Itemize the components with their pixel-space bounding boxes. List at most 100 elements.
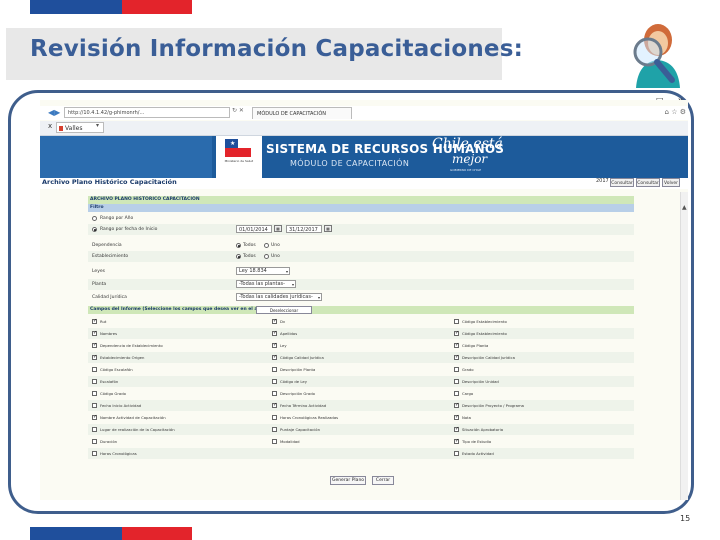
field-checkbox-label: Rut — [100, 319, 107, 324]
planta-row: Planta -Todas las plantas- ▾ — [88, 279, 634, 290]
radio-establecimiento-uno[interactable] — [264, 254, 269, 259]
back-button[interactable]: Volver — [662, 178, 680, 187]
field-checkbox-label: Código Establecimiento — [462, 331, 507, 336]
flag-stripe-blue-bottom — [30, 527, 122, 540]
field-checkbox[interactable] — [272, 367, 277, 372]
field-checkbox[interactable] — [272, 439, 277, 444]
calendar-icon[interactable]: ▦ — [324, 225, 332, 232]
checkbox-row: Código Escalafón Descripción Planta Grado — [88, 364, 634, 375]
radio-dependencia-todos[interactable] — [236, 243, 241, 248]
field-checkbox-label: Apellidos — [280, 331, 298, 336]
page-title: Archivo Plano Histórico Capacitación — [42, 178, 177, 186]
radio-range-date-label: Rango por fecha de Inicio — [100, 227, 158, 232]
field-checkbox-label: Escalafón — [100, 379, 119, 384]
search-user-icon — [633, 24, 680, 88]
toolbar-icons[interactable]: ⌂ ☆ ⚙ — [665, 108, 686, 116]
date-to-input[interactable]: 31/12/2017 — [286, 225, 322, 233]
app-banner: ★ Ministerio de Salud SISTEMA DE RECURSO… — [40, 136, 688, 178]
filter-by-date-row: Rango por fecha de Inicio 01/01/2014 ▦ 3… — [88, 224, 634, 235]
field-checkbox[interactable]: ✓ — [454, 427, 459, 432]
flag-stripe-blue — [30, 0, 122, 14]
checkbox-row: ✓ Rut ✓ Dv Código Establecimiento — [88, 316, 634, 327]
field-checkbox[interactable]: ✓ — [454, 439, 459, 444]
cerrar-button[interactable]: Cerrar — [372, 476, 394, 485]
field-checkbox[interactable]: ✓ — [92, 319, 97, 324]
field-checkbox[interactable]: ✓ — [272, 331, 277, 336]
field-checkbox[interactable] — [272, 391, 277, 396]
calidad-juridica-select[interactable]: -Todas las calidades jurídicas- ▾ — [236, 293, 322, 301]
field-checkbox[interactable]: ✓ — [454, 343, 459, 348]
chevron-down-icon[interactable]: ▾ — [96, 122, 99, 129]
field-checkbox-label: Fecha Término Actividad — [280, 403, 327, 408]
field-checkbox[interactable]: ✓ — [272, 403, 277, 408]
checkbox-row: ✓ Nombre Actividad de Capacitación Horas C… — [88, 412, 634, 423]
field-checkbox[interactable]: ✓ — [92, 355, 97, 360]
planta-label: Planta — [92, 282, 107, 287]
generate-plano-button[interactable]: Generar Plano — [330, 476, 366, 485]
field-checkbox[interactable]: ✓ — [272, 355, 277, 360]
field-checkbox[interactable] — [272, 427, 277, 432]
field-checkbox-label: Descripción Unidad — [462, 379, 499, 384]
scrollbar[interactable]: ▲ — [680, 192, 688, 500]
radio-range-year[interactable] — [92, 216, 97, 221]
field-checkbox[interactable] — [454, 379, 459, 384]
field-checkbox-label: Horas Cronológicas — [100, 451, 137, 456]
radio-range-date[interactable] — [92, 227, 97, 232]
field-checkbox[interactable] — [92, 451, 97, 456]
filter-by-year-row: Rango por Año — [88, 213, 634, 224]
field-checkbox-label: Código Escalafón — [100, 367, 133, 372]
field-checkbox[interactable] — [92, 427, 97, 432]
address-input[interactable]: http://10.4.1.42/g-phimonrh/... — [64, 107, 230, 118]
section-header: ARCHIVO PLANO HISTÓRICO CAPACITACIÓN — [88, 196, 634, 204]
field-checkbox[interactable] — [272, 379, 277, 384]
checkbox-row: Duración Modalidad ✓ Tipo de Estudio — [88, 436, 634, 447]
ministry-logo: ★ Ministerio de Salud — [216, 136, 262, 178]
field-checkbox[interactable]: ✓ — [454, 331, 459, 336]
consult-button-1[interactable]: Consultar — [610, 178, 634, 187]
field-checkbox[interactable] — [454, 391, 459, 396]
chevron-down-icon: ▾ — [285, 269, 288, 274]
field-checkbox[interactable]: ✓ — [92, 331, 97, 336]
checkbox-row: ✓ Dependencia de Establecimiento ✓ Ley ✓ Códi… — [88, 340, 634, 351]
banner-subtitle: MÓDULO DE CAPACITACIÓN — [290, 159, 410, 168]
radio-label: Todos — [243, 254, 256, 259]
browser-tab[interactable]: MÓDULO DE CAPACITACIÓN — [252, 107, 352, 119]
field-checkbox[interactable] — [92, 439, 97, 444]
deselect-button[interactable]: Deseleccionar — [256, 306, 312, 314]
field-checkbox[interactable] — [92, 379, 97, 384]
radio-establecimiento-todos[interactable] — [236, 254, 241, 259]
scroll-up-icon[interactable]: ▲ — [682, 204, 687, 211]
establecimiento-row: Establecimiento Todos Uno — [88, 251, 634, 262]
close-favorites-icon[interactable]: x — [48, 122, 52, 130]
field-checkbox[interactable]: ✓ — [92, 343, 97, 348]
field-checkbox[interactable] — [454, 451, 459, 456]
gov-caption: GOBIERNO DE CHILE — [450, 168, 482, 172]
field-checkbox[interactable] — [92, 391, 97, 396]
radio-range-year-label: Rango por Año — [100, 216, 134, 221]
planta-select[interactable]: -Todas las plantas- ▾ — [236, 280, 296, 288]
field-checkbox[interactable] — [454, 319, 459, 324]
field-checkbox-label: Dependencia de Establecimiento — [100, 343, 163, 348]
field-checkbox[interactable] — [272, 415, 277, 420]
leyes-select[interactable]: Ley 18.834 ▾ — [236, 267, 290, 275]
field-checkbox[interactable]: ✓ — [454, 415, 459, 420]
leyes-label: Leyes — [92, 269, 105, 274]
date-from-input[interactable]: 01/01/2014 — [236, 225, 272, 233]
field-checkbox[interactable]: ✓ — [454, 355, 459, 360]
year-select[interactable]: 2017 — [596, 178, 609, 184]
field-checkbox[interactable]: ✓ — [272, 319, 277, 324]
field-checkbox[interactable] — [454, 367, 459, 372]
dependencia-label: Dependencia — [92, 243, 122, 248]
field-checkbox[interactable] — [92, 367, 97, 372]
field-checkbox[interactable] — [92, 403, 97, 408]
field-checkbox[interactable]: ✓ — [92, 415, 97, 420]
calendar-icon[interactable]: ▦ — [274, 225, 282, 232]
back-forward-icon[interactable]: ◀▶ — [48, 108, 60, 117]
field-checkbox[interactable]: ✓ — [454, 403, 459, 408]
consult-button-2[interactable]: Consultar — [636, 178, 660, 187]
refresh-icon[interactable]: ↻ ✕ — [232, 107, 244, 114]
address-bar-row: ◀▶ http://10.4.1.42/g-phimonrh/... ↻ ✕ M… — [40, 106, 688, 120]
field-checkbox[interactable]: ✓ — [272, 343, 277, 348]
field-checkbox-label: Puntaje Capacitación — [280, 427, 320, 432]
radio-dependencia-uno[interactable] — [264, 243, 269, 248]
